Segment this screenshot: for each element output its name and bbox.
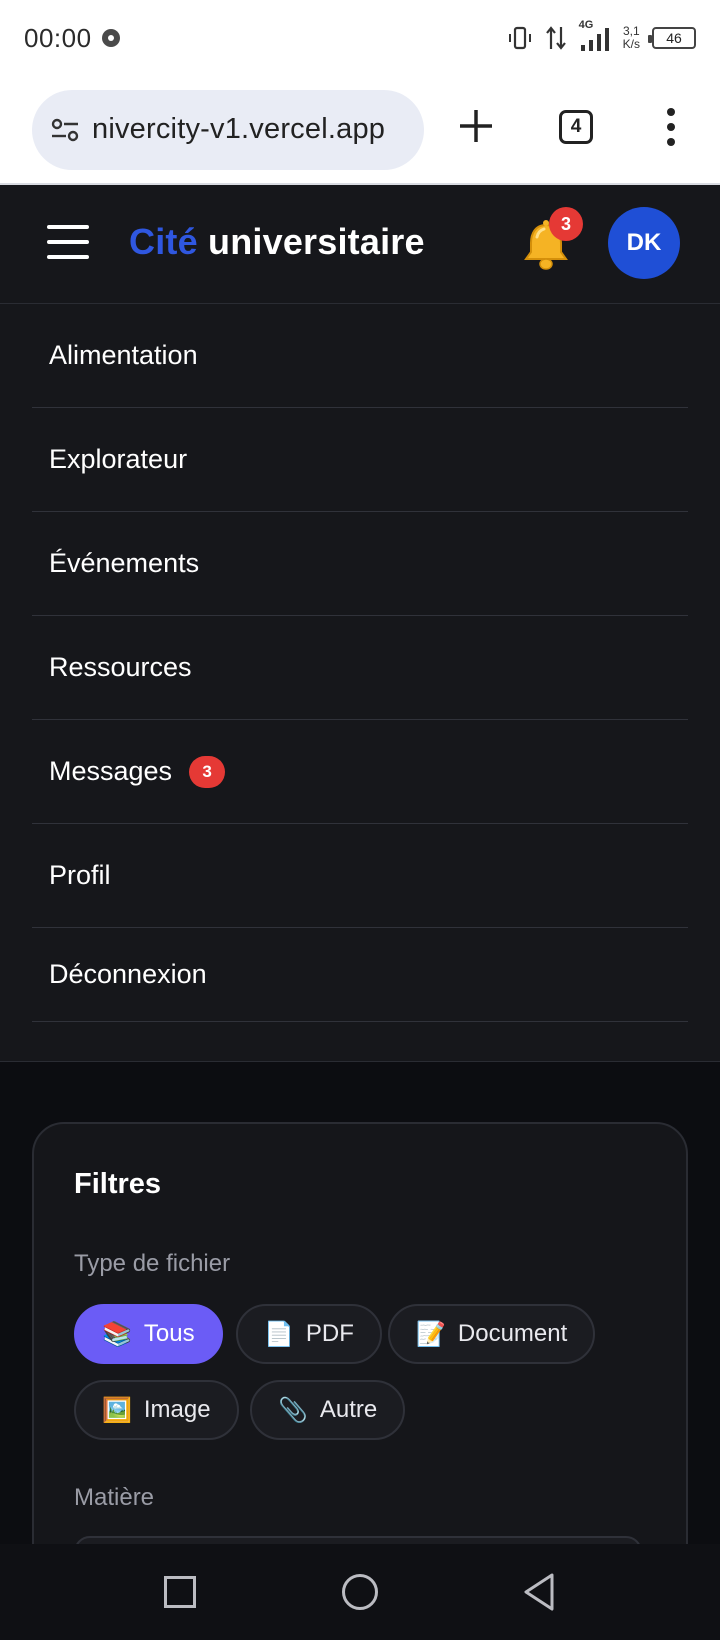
brand-rest: universitaire — [197, 221, 425, 262]
address-bar[interactable]: nivercity-v1.vercel.app — [32, 89, 424, 170]
memo-icon: 📝 — [416, 1320, 446, 1348]
status-indicators: 4G 3,1 K/s 46 — [507, 19, 696, 53]
nav-item-explorateur[interactable]: Explorateur — [32, 408, 688, 512]
hamburger-line — [47, 255, 89, 259]
app-brand[interactable]: Cité universitaire — [129, 221, 425, 263]
chip-label: Tous — [143, 1320, 195, 1347]
home-button[interactable] — [342, 1574, 378, 1610]
app-header: Cité universitaire 3 DK — [0, 185, 720, 304]
system-nav-bar — [0, 1544, 720, 1640]
nav-item-ressources[interactable]: Ressources — [32, 616, 688, 720]
filters-card: Filtres Type de fichier 📚 Tous 📄 PDF 📝 D… — [32, 1122, 688, 1596]
data-transfer-icon — [545, 26, 566, 50]
subject-label: Matière — [74, 1484, 155, 1511]
chip-label: Document — [457, 1320, 568, 1347]
page-icon: 📄 — [264, 1320, 294, 1348]
nav-item-messages[interactable]: Messages 3 — [32, 720, 688, 824]
hamburger-line — [47, 240, 89, 244]
chip-label: Autre — [319, 1396, 378, 1423]
speed-unit: K/s — [622, 37, 640, 51]
notification-badge: 3 — [549, 207, 583, 241]
messages-badge: 3 — [189, 755, 226, 788]
chip-label: Image — [143, 1396, 211, 1423]
hamburger-line — [47, 225, 89, 229]
back-button[interactable] — [522, 1572, 556, 1612]
nav-item-profil[interactable]: Profil — [32, 824, 688, 928]
new-tab-button[interactable] — [452, 102, 500, 150]
browser-toolbar: nivercity-v1.vercel.app 4 — [0, 76, 720, 185]
nav-item-deconnexion[interactable]: Déconnexion — [32, 928, 688, 1022]
nav-item-label: Profil — [49, 860, 111, 890]
tab-switcher-button[interactable]: 4 — [559, 110, 593, 144]
nav-item-label: Événements — [49, 548, 200, 578]
recent-apps-button[interactable] — [164, 1576, 196, 1608]
framed-picture-icon: 🖼️ — [102, 1396, 132, 1424]
signal-icon: 4G — [579, 19, 611, 53]
nav-item-label: Ressources — [49, 652, 192, 682]
filter-chip-document[interactable]: 📝 Document — [388, 1304, 596, 1364]
nav-item-label: Alimentation — [49, 340, 198, 370]
file-type-label: Type de fichier — [74, 1250, 231, 1277]
more-options-icon[interactable] — [656, 106, 686, 148]
notification-dot-icon — [101, 28, 122, 48]
battery-icon: 46 — [648, 27, 696, 49]
nav-item-label: Explorateur — [49, 444, 188, 474]
user-avatar[interactable]: DK — [608, 207, 680, 279]
page: 00:00 4G 3,1 K/s 46 nivercity-v1.vercel.… — [0, 0, 720, 1640]
url-text[interactable]: nivercity-v1.vercel.app — [92, 113, 385, 146]
status-time: 00:00 — [24, 22, 92, 53]
nav-item-alimentation[interactable]: Alimentation — [32, 304, 688, 408]
status-bar: 00:00 4G 3,1 K/s 46 — [0, 0, 720, 76]
nav-menu: Alimentation Explorateur Événements Ress… — [0, 304, 720, 1062]
tab-count: 4 — [570, 116, 582, 137]
filter-chip-tous[interactable]: 📚 Tous — [74, 1304, 223, 1364]
nav-item-label: Messages — [49, 756, 173, 786]
filters-title: Filtres — [74, 1168, 162, 1200]
chip-label: PDF — [305, 1320, 354, 1347]
menu-toggle-button[interactable] — [47, 225, 89, 259]
filter-chip-pdf[interactable]: 📄 PDF — [236, 1304, 382, 1364]
paperclip-icon: 📎 — [278, 1396, 308, 1424]
brand-accent: Cité — [129, 221, 198, 262]
filter-chip-autre[interactable]: 📎 Autre — [250, 1380, 406, 1440]
vibrate-icon — [508, 26, 531, 50]
nav-item-evenements[interactable]: Événements — [32, 512, 688, 616]
nav-item-label: Déconnexion — [49, 959, 207, 989]
filter-chip-image[interactable]: 🖼️ Image — [74, 1380, 239, 1440]
books-icon: 📚 — [102, 1320, 132, 1348]
site-settings-icon[interactable] — [50, 115, 80, 145]
network-speed: 3,1 K/s — [623, 25, 640, 51]
battery-level: 46 — [666, 30, 682, 46]
network-type: 4G — [578, 19, 594, 31]
